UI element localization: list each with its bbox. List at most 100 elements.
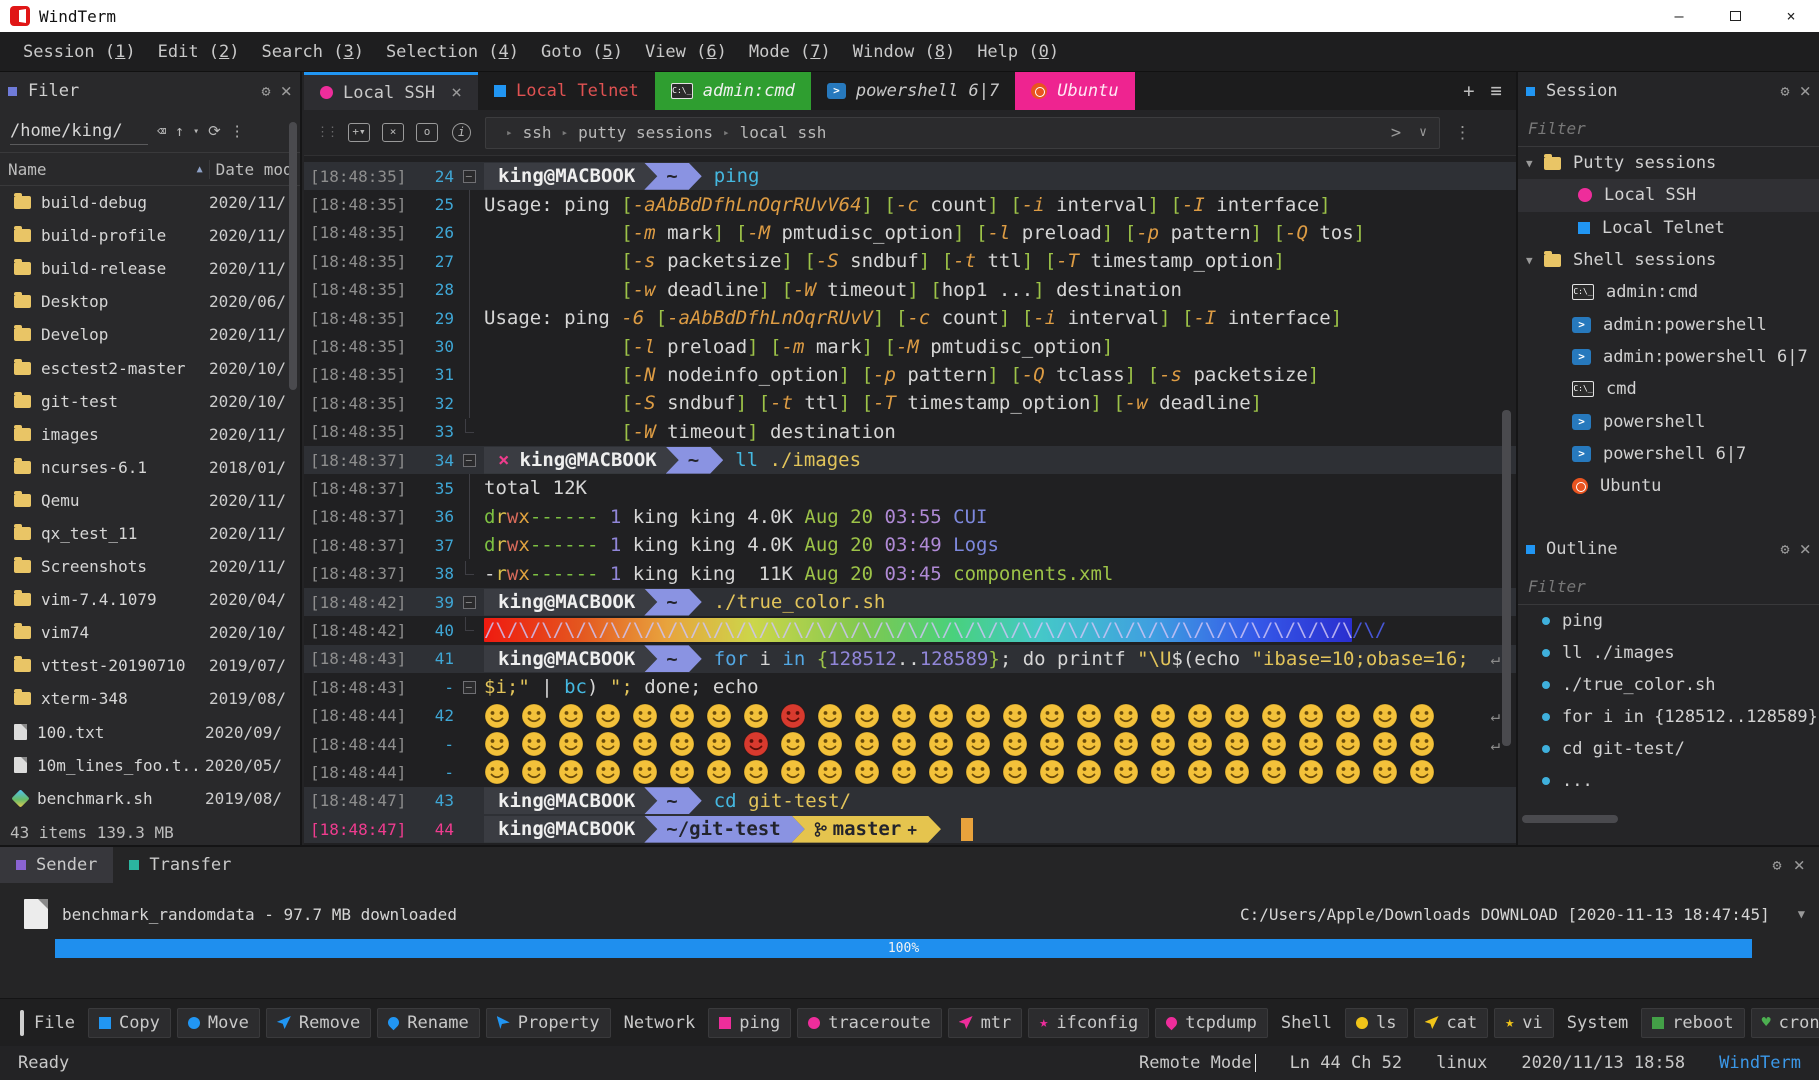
session-group[interactable]: ▼ Shell sessions	[1518, 244, 1819, 276]
toolbar-button-rename[interactable]: Rename	[377, 1007, 480, 1038]
fold-column[interactable]	[454, 559, 484, 587]
outline-item[interactable]: cd git-test/	[1518, 733, 1819, 765]
toolbar-button-reboot[interactable]: reboot	[1641, 1007, 1745, 1038]
file-row[interactable]: vim74 2020/10/	[0, 616, 300, 649]
fold-column[interactable]	[454, 531, 484, 560]
maximize-button[interactable]	[1707, 0, 1763, 32]
column-header-name[interactable]: Name ▲	[0, 160, 209, 179]
toolbar-button-traceroute[interactable]: traceroute	[797, 1007, 942, 1038]
line-number[interactable]: 32	[408, 394, 454, 413]
file-row[interactable]: vttest-20190710 2019/07/	[0, 649, 300, 682]
line-number[interactable]: 27	[408, 252, 454, 271]
fold-column[interactable]	[454, 303, 484, 333]
toolbar-button-copy[interactable]: Copy	[87, 1007, 171, 1038]
menu-item-view[interactable]: View (6)	[634, 32, 738, 71]
line-number[interactable]: 25	[408, 195, 454, 214]
toolbar-button-tcpdump[interactable]: tcpdump	[1155, 1007, 1268, 1038]
file-row[interactable]: Desktop 2020/06/	[0, 285, 300, 318]
refresh-icon[interactable]: ⟳	[208, 122, 221, 140]
clear-path-icon[interactable]: ⌫	[157, 122, 166, 140]
transfer-settings-icon[interactable]: ⚙	[1773, 856, 1782, 874]
session-item[interactable]: Ubuntu	[1518, 470, 1819, 502]
file-row[interactable]: build-release 2020/11/	[0, 252, 300, 285]
fold-column[interactable]	[454, 502, 484, 532]
filer-menu-icon[interactable]: ⋮	[230, 122, 245, 140]
info-icon[interactable]: i	[452, 123, 471, 142]
close-tab-icon[interactable]: ×	[382, 123, 404, 142]
outline-close-icon[interactable]: ×	[1800, 539, 1811, 559]
transfer-item[interactable]: benchmark_randomdata - 97.7 MB downloade…	[0, 899, 1819, 929]
toolbar-button-vi[interactable]: ★ vi	[1494, 1007, 1554, 1038]
status-os[interactable]: linux	[1436, 1053, 1487, 1073]
tab-local-ssh[interactable]: Local SSH ×	[304, 72, 478, 110]
transfer-close-icon[interactable]: ×	[1794, 855, 1805, 875]
terminal-scrollbar[interactable]	[1502, 410, 1511, 746]
tab-list-icon[interactable]: ≡	[1491, 80, 1502, 102]
fold-column[interactable]	[454, 332, 484, 361]
terminal-menu-icon[interactable]: ⋮	[1454, 123, 1471, 143]
line-number[interactable]: 35	[408, 479, 454, 498]
fold-toggle-icon[interactable]: –	[462, 680, 476, 694]
line-number[interactable]: 26	[408, 223, 454, 242]
toolbar-button-ifconfig[interactable]: ★ ifconfig	[1028, 1007, 1150, 1038]
file-row[interactable]: build-profile 2020/11/	[0, 219, 300, 252]
toolbar-button-cat[interactable]: cat	[1413, 1007, 1489, 1038]
menu-item-goto[interactable]: Goto (5)	[530, 32, 634, 71]
tab-sender[interactable]: Sender	[0, 847, 114, 883]
line-number[interactable]: -	[408, 735, 454, 754]
line-number[interactable]: 40	[408, 621, 454, 640]
chevron-down-icon[interactable]: ▼	[1526, 157, 1544, 170]
filer-path-input[interactable]: /home/king/	[10, 117, 148, 145]
fold-column[interactable]	[454, 730, 484, 758]
line-number[interactable]: 36	[408, 507, 454, 526]
fold-toggle-icon[interactable]: –	[462, 169, 476, 183]
file-row[interactable]: vim-7.4.1079 2020/04/	[0, 583, 300, 616]
breadcrumb-item[interactable]: putty sessions	[578, 123, 713, 142]
toolbar-button-ping[interactable]: ping	[708, 1007, 792, 1038]
file-row[interactable]: qx_test_11 2020/11/	[0, 517, 300, 550]
fold-column[interactable]: –	[454, 673, 484, 701]
line-number[interactable]: 41	[408, 649, 454, 668]
line-number[interactable]: 37	[408, 536, 454, 555]
line-number[interactable]: 39	[408, 593, 454, 612]
fold-column[interactable]: –	[454, 588, 484, 616]
toolbar-button-remove[interactable]: Remove	[265, 1007, 372, 1038]
line-number[interactable]: -	[408, 678, 454, 697]
file-row[interactable]: Qemu 2020/11/	[0, 484, 300, 517]
menu-item-mode[interactable]: Mode (7)	[738, 32, 842, 71]
outline-item[interactable]: ll ./images	[1518, 637, 1819, 669]
fold-column[interactable]	[454, 474, 484, 503]
fold-column[interactable]	[454, 360, 484, 390]
toolbar-button-crontab[interactable]: ♥ crontab	[1750, 1007, 1819, 1038]
fold-column[interactable]	[454, 218, 484, 248]
transfer-expand-icon[interactable]: ▼	[1798, 907, 1805, 921]
session-item[interactable]: Local Telnet	[1518, 212, 1819, 244]
line-number[interactable]: 28	[408, 280, 454, 299]
line-number[interactable]: 38	[408, 564, 454, 583]
session-item[interactable]: > admin:powershell	[1518, 308, 1819, 340]
fold-column[interactable]: –	[454, 446, 484, 474]
menu-item-help[interactable]: Help (0)	[966, 32, 1070, 71]
session-item[interactable]: > powershell	[1518, 405, 1819, 437]
chevron-down-icon[interactable]: ▼	[1526, 254, 1544, 267]
line-number[interactable]: 30	[408, 337, 454, 356]
line-number[interactable]: -	[408, 763, 454, 782]
menu-item-edit[interactable]: Edit (2)	[147, 32, 251, 71]
file-row[interactable]: benchmark.sh 2019/08/	[0, 782, 300, 815]
fold-column[interactable]	[454, 275, 484, 304]
file-row[interactable]: git-test 2020/10/	[0, 385, 300, 418]
outline-item[interactable]: ./true_color.sh	[1518, 669, 1819, 701]
tab-admin-cmd[interactable]: C:\_ admin:cmd	[654, 72, 811, 110]
line-number[interactable]: 29	[408, 309, 454, 328]
column-header-date[interactable]: Date mod	[208, 159, 300, 179]
fold-column[interactable]	[454, 815, 484, 843]
fold-column[interactable]	[454, 389, 484, 418]
fold-column[interactable]	[454, 190, 484, 219]
line-number[interactable]: 33	[408, 422, 454, 441]
file-row[interactable]: esctest2-master 2020/10/	[0, 351, 300, 384]
line-number[interactable]: 43	[408, 791, 454, 810]
filer-settings-icon[interactable]: ⚙	[262, 82, 271, 100]
session-group[interactable]: ▼ Putty sessions	[1518, 147, 1819, 179]
session-breadcrumb[interactable]: ▸ ssh ▸ putty sessions ▸ local ssh > ∨	[485, 116, 1440, 149]
menu-item-selection[interactable]: Selection (4)	[375, 32, 530, 71]
